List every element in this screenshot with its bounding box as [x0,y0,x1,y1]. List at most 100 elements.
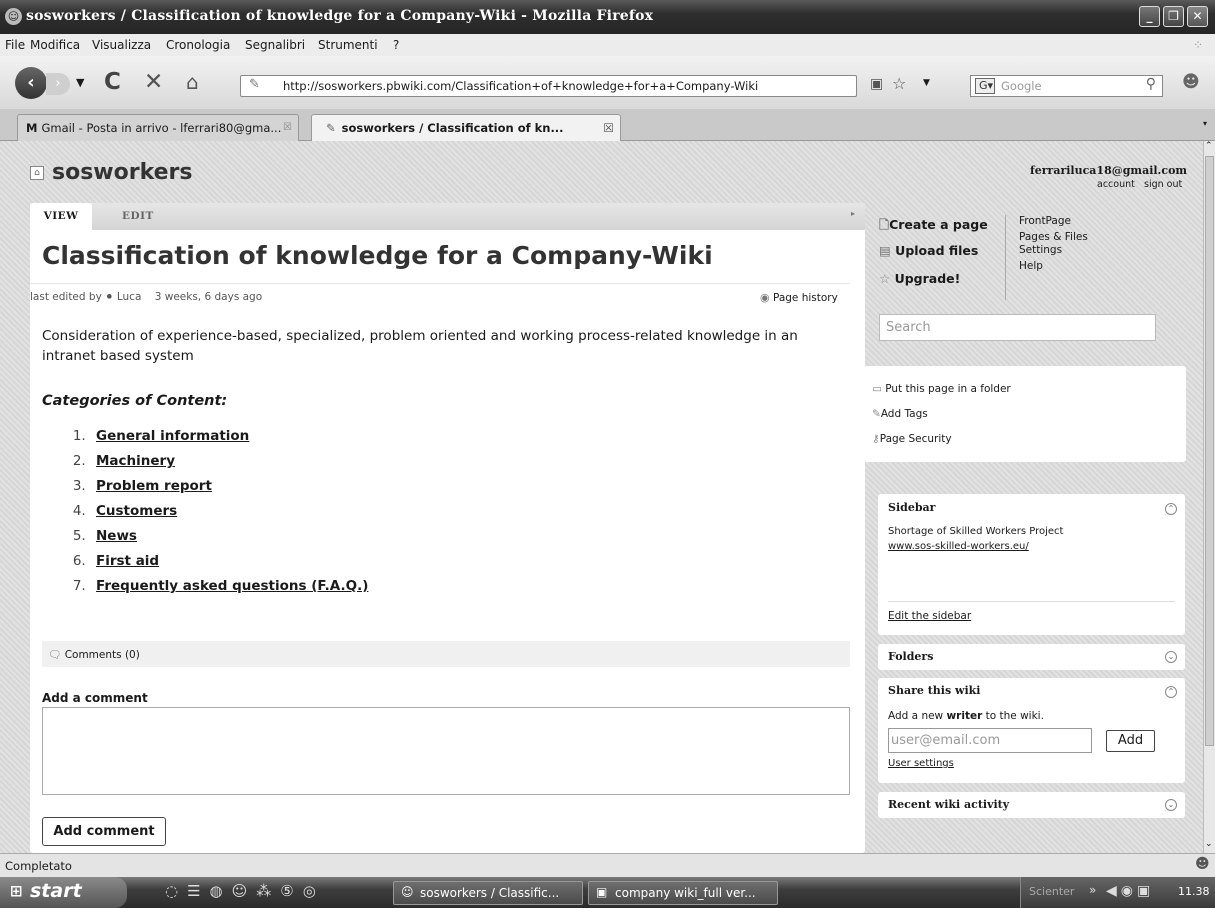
list-item: Problem report [90,478,368,494]
rss-icon[interactable]: ▣ [870,76,883,92]
category-link[interactable]: Customers [96,503,177,519]
menu-modifica[interactable]: Modifica [30,38,80,52]
page-history-link[interactable]: ◉ Page history [760,291,838,304]
comments-count: Comments (0) [64,649,140,661]
history-dropdown-icon[interactable]: ▼ [76,76,84,89]
comments-bar[interactable]: 🗨 Comments (0) [42,641,850,667]
collapse-arrow-icon[interactable]: ▸ [851,209,855,218]
sidebar-link[interactable]: www.sos-skilled-workers.eu/ [888,541,1029,552]
web-search-field[interactable]: G▾ Google ⚲ [970,75,1163,97]
scrollbar-thumb[interactable] [1205,156,1214,746]
firefox-window: ☺ sosworkers / Classification of knowled… [0,0,1215,908]
menu-visualizza[interactable]: Visualizza [92,38,151,52]
tab-sosworkers[interactable]: ✎ sosworkers / Classification of kn... ☒ [311,114,621,141]
edited-prefix: last edited by [30,291,102,303]
share-text-bold: writer [946,710,983,722]
search-engine-icon[interactable]: G▾ [975,78,995,94]
settings-link[interactable]: Settings [1019,244,1088,258]
tab-list-icon[interactable]: ▾ [1203,119,1207,128]
taskbar-item-label: sosworkers / Classific... [420,886,560,900]
list-item: Customers [90,503,368,519]
list-item: General information [90,428,368,444]
page-history-label: Page history [772,292,838,304]
wiki-search-input[interactable]: Search [879,314,1156,341]
tab-close-icon[interactable]: ☒ [603,121,614,135]
menu-cronologia[interactable]: Cronologia [166,38,230,52]
category-link[interactable]: Frequently asked questions (F.A.Q.) [96,578,368,594]
tab-close-icon[interactable]: ☒ [283,122,292,133]
categories-list: General information Machinery Problem re… [90,428,368,603]
url-bar[interactable]: ✎ http://sosworkers.pbwiki.com/Classific… [240,75,857,97]
category-link[interactable]: News [96,528,137,544]
put-in-folder-label: Put this page in a folder [885,383,1011,395]
tab-view[interactable]: VIEW [30,203,92,230]
category-link[interactable]: General information [96,428,249,444]
menu-segnalibri[interactable]: Segnalibri [245,38,305,52]
collapse-icon[interactable]: ⌃ [1165,503,1177,515]
expand-icon[interactable]: ⌄ [1165,651,1177,663]
category-link[interactable]: Machinery [96,453,175,469]
vertical-scrollbar[interactable]: ⌃ ⌄ [1203,141,1215,853]
upgrade-link[interactable]: ☆ Upgrade! [879,271,960,286]
sidebar-title: Sidebar [888,501,936,514]
url-dropdown-icon[interactable]: ▼ [923,78,930,88]
pages-files-link[interactable]: Pages & Files [1019,231,1088,245]
quick-launch-icons[interactable]: ◌☰◍☺⁂⑤◎ [165,882,325,900]
user-email: ferrariluca18@gmail.com [1030,164,1188,177]
scroll-up-icon[interactable]: ⌃ [1205,141,1213,151]
invite-email-input[interactable]: user@email.com [888,728,1092,753]
addon-icon[interactable]: ☻ [1182,72,1200,92]
tray-icons[interactable]: ◀◉▣ [1106,883,1154,899]
wiki-search-placeholder: Search [886,320,931,335]
site-name[interactable]: sosworkers [52,160,193,185]
back-button[interactable]: ‹ [15,67,47,99]
folders-panel[interactable]: Folders ⌄ [878,644,1185,670]
home-button[interactable]: ⌂ [186,70,199,94]
user-settings-link[interactable]: User settings [888,758,954,769]
maximize-button[interactable]: ❐ [1163,6,1184,27]
tab-gmail[interactable]: M Gmail - Posta in arrivo - lferrari80@gm… [17,114,299,141]
taskbar-item-word[interactable]: ▣ company wiki_full ver... [588,881,778,905]
edit-sidebar-link[interactable]: Edit the sidebar [888,610,971,622]
frontpage-link[interactable]: FrontPage [1019,215,1088,229]
start-button[interactable]: ⊞ start [0,877,127,908]
tab-edit[interactable]: EDIT [122,203,162,230]
editor-link[interactable]: Luca [117,291,142,303]
page-security-link[interactable]: ⚷Page Security [872,433,952,445]
forward-button[interactable]: › [46,73,70,95]
sign-out-link[interactable]: sign out [1144,179,1182,190]
put-in-folder-link[interactable]: ▭ Put this page in a folder [872,383,1011,395]
page-tools-panel: ▭ Put this page in a folder ✎Add Tags ⚷P… [864,366,1186,462]
recent-activity-panel[interactable]: Recent wiki activity ⌄ [878,792,1185,818]
share-panel: Share this wiki ⌃ Add a new writer to th… [878,678,1185,783]
navigation-toolbar: ‹ › ▼ C ✕ ⌂ ✎ http://sosworkers.pbwiki.c… [0,56,1215,109]
account-link[interactable]: account [1097,179,1135,190]
collapse-icon[interactable]: ⌃ [1165,686,1177,698]
menu-strumenti[interactable]: Strumenti [318,38,378,52]
comment-textarea[interactable] [42,707,850,795]
category-link[interactable]: Problem report [96,478,212,494]
site-favicon: ✎ [249,77,260,92]
bookmark-star-icon[interactable]: ☆ [892,74,906,93]
tray-expand-icon[interactable]: » [1089,883,1096,897]
add-comment-button[interactable]: Add comment [42,817,166,846]
category-link[interactable]: First aid [96,553,159,569]
page-title: Classification of knowledge for a Compan… [42,241,713,270]
help-link[interactable]: Help [1019,260,1088,274]
menu-help[interactable]: ? [393,38,399,52]
reload-button[interactable]: C [104,69,121,95]
stop-button[interactable]: ✕ [144,69,163,95]
upload-files-link[interactable]: ▤ Upload files [879,243,978,258]
main-content: VIEW EDIT ▸ Classification of knowledge … [30,203,865,853]
menu-file[interactable]: File [5,38,25,52]
minimize-button[interactable]: _ [1139,6,1160,27]
close-button[interactable]: ✕ [1187,6,1208,27]
add-writer-button[interactable]: Add [1106,730,1155,752]
search-icon[interactable]: ⚲ [1146,76,1156,92]
add-tags-link[interactable]: ✎Add Tags [872,408,928,420]
create-page-link[interactable]: 🗋Create a page [879,216,988,237]
expand-icon[interactable]: ⌄ [1165,799,1177,811]
scroll-down-icon[interactable]: ⌄ [1205,839,1213,849]
invite-email-placeholder: user@email.com [891,733,1001,748]
taskbar-item-firefox[interactable]: ☺ sosworkers / Classific... [393,881,583,905]
